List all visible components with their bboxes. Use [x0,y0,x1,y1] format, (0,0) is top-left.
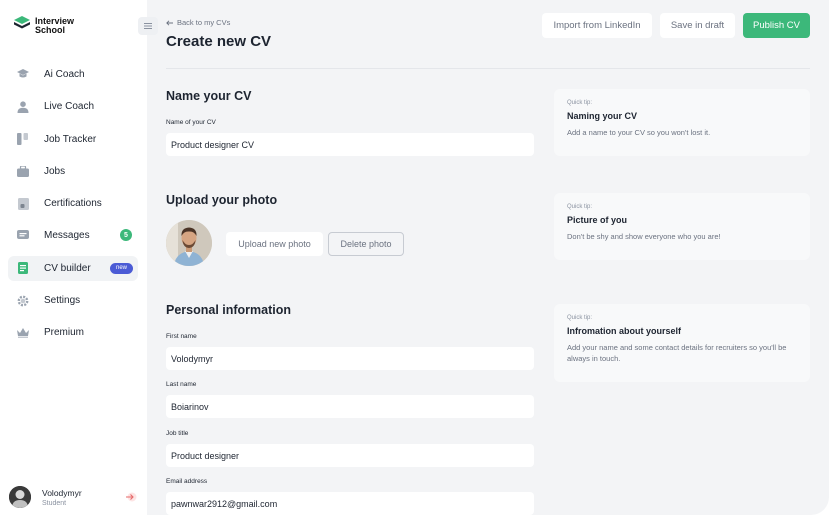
user-info: Volodymyr Student [42,488,82,507]
job-title-field[interactable]: Product designer [166,444,534,467]
section-title-name: Name your CV [166,89,252,103]
sidebar-item-messages[interactable]: Messages 5 [8,223,138,248]
save-draft-button[interactable]: Save in draft [660,13,735,38]
tip-card-naming: Quick tip: Naming your CV Add a name to … [554,89,810,156]
email-label: Email address [166,478,208,485]
columns-icon [16,132,30,146]
tip-card-personal: Quick tip: Infromation about yourself Ad… [554,304,810,382]
top-actions: Import from LinkedIn Save in draft Publi… [542,13,810,38]
arrow-left-icon [166,19,173,26]
sidebar-item-settings[interactable]: Settings [8,288,138,313]
sidebar-nav: Ai Coach Live Coach Job Tracker Jobs Cer… [8,62,138,353]
user-name: Volodymyr [42,487,82,498]
avatar [9,486,31,508]
gear-icon [16,294,30,308]
sidebar-item-certifications[interactable]: Certifications [8,191,138,216]
user-profile[interactable]: Volodymyr Student [9,485,139,509]
messages-count-badge: 5 [120,229,132,242]
tip-kicker: Quick tip: [567,315,593,321]
first-name-field[interactable]: Volodymyr [166,347,534,370]
tip-title: Naming your CV [567,111,638,121]
sidebar-item-label: Certifications [44,198,102,210]
email-field[interactable]: pawnwar2912@gmail.com [166,492,534,515]
menu-icon [144,20,152,32]
upload-photo-button[interactable]: Upload new photo [226,232,323,256]
sidebar-item-label: Jobs [44,165,66,177]
section-title-personal: Personal information [166,303,292,317]
new-badge: new [109,262,133,274]
tip-text: Don't be shy and show everyone who you a… [567,232,721,241]
tip-kicker: Quick tip: [567,204,593,210]
sidebar: Interview School Ai Coach Live Coach Job… [0,0,147,515]
collapse-sidebar-button[interactable] [138,17,158,35]
sidebar-item-label: CV builder [44,262,91,274]
sidebar-item-ai-coach[interactable]: Ai Coach [8,62,138,87]
tip-card-photo: Quick tip: Picture of you Don't be shy a… [554,193,810,260]
brand-logo[interactable]: Interview School [14,16,74,35]
back-link-label: Back to my CVs [177,18,231,27]
tip-title: Infromation about yourself [567,326,682,336]
last-name-field[interactable]: Boiarinov [166,395,534,418]
sidebar-item-live-coach[interactable]: Live Coach [8,94,138,119]
sidebar-item-label: Settings [44,295,81,307]
user-role: Student [42,499,67,507]
publish-cv-button[interactable]: Publish CV [743,13,810,38]
first-name-label: First name [166,333,197,340]
sidebar-item-label: Messages [44,230,90,242]
message-icon [16,229,30,243]
job-title-label: Job title [166,430,189,437]
tip-text: Add a name to your CV so you won't lost … [567,128,711,137]
logout-icon[interactable] [125,490,137,508]
back-link[interactable]: Back to my CVs [166,18,230,27]
page-title: Create new CV [166,33,272,50]
graduation-cap-icon [16,68,30,82]
tip-text: Add your name and some contact details f… [567,343,787,363]
profile-photo [166,220,212,266]
person-icon [16,100,30,114]
sidebar-item-label: Ai Coach [44,69,85,80]
tip-title: Picture of you [567,215,628,225]
document-icon [16,261,30,275]
certificate-icon [16,197,30,211]
import-linkedin-button[interactable]: Import from LinkedIn [542,13,652,38]
sidebar-item-label: Premium [44,327,85,339]
cv-name-label: Name of your CV [166,119,216,126]
sidebar-item-label: Job Tracker [44,133,97,145]
crown-icon [16,326,30,340]
section-title-photo: Upload your photo [166,193,278,207]
app-window: Interview School Ai Coach Live Coach Job… [0,0,829,515]
cv-name-input[interactable]: Product designer CV [166,133,534,156]
delete-photo-button[interactable]: Delete photo [328,232,404,256]
sidebar-item-job-tracker[interactable]: Job Tracker [8,127,138,152]
brand-name: Interview School [35,16,74,35]
sidebar-item-label: Live Coach [44,101,95,113]
logo-icon [14,16,30,35]
last-name-label: Last name [166,381,197,388]
sidebar-item-cv-builder[interactable]: CV builder new [8,255,138,281]
tip-kicker: Quick tip: [567,100,593,106]
briefcase-icon [16,164,30,178]
brand-line-2: School [35,24,66,35]
sidebar-item-premium[interactable]: Premium [8,320,138,345]
header-divider [166,68,810,69]
sidebar-item-jobs[interactable]: Jobs [8,159,138,184]
